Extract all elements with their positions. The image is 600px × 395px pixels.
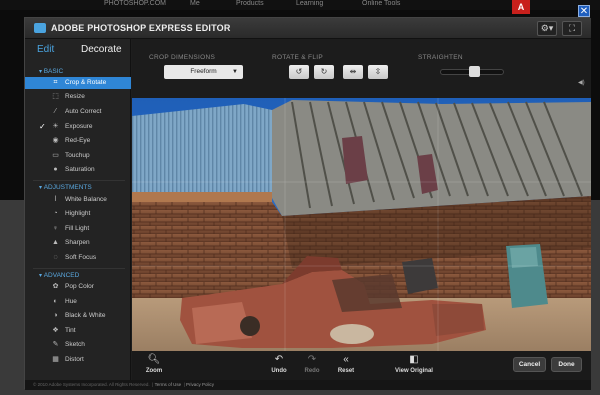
flip-vertical-icon: ⇳ <box>374 67 382 76</box>
site-nav-learning[interactable]: Learning <box>296 0 323 8</box>
title-bar: ADOBE PHOTOSHOP EXPRESS EDITOR ⚙▾ ⛶ <box>25 18 591 39</box>
sidebar-item-tint[interactable]: ❖ Tint <box>25 325 131 337</box>
privacy-link[interactable]: Privacy Policy <box>186 382 214 387</box>
rotate-ccw-icon: ↺ <box>295 67 303 76</box>
wand-icon: ⁄ <box>54 108 57 115</box>
divider <box>33 268 125 269</box>
window-title: ADOBE PHOTOSHOP EXPRESS EDITOR <box>51 23 231 33</box>
tools-sidebar: Edit Decorate BASIC ⌗ Crop & Rotate ⬚ Re… <box>25 39 131 380</box>
sidebar-item-distort[interactable]: ▦ Distort <box>25 354 131 366</box>
bottom-toolbar: 🔍︎ Zoom ↶ Undo ↷ Redo « Reset ◧ View Ori… <box>132 351 591 380</box>
undo-button[interactable]: ↶ Undo <box>261 354 297 374</box>
site-nav-products[interactable]: Products <box>236 0 264 8</box>
straighten-label: STRAIGHTEN <box>418 54 463 61</box>
collapse-options-icon[interactable]: ◀) <box>578 79 585 86</box>
terms-link[interactable]: Terms of Use <box>155 382 182 387</box>
sidebar-item-white-balance[interactable]: ǀ White Balance <box>25 194 131 206</box>
bandage-icon: ▭ <box>52 152 59 159</box>
sidebar-item-pop-color[interactable]: ✿ Pop Color <box>25 281 131 293</box>
flip-vertical-button[interactable]: ⇳ <box>368 65 388 79</box>
site-nav-online-tools[interactable]: Online Tools <box>362 0 400 8</box>
section-adjustments[interactable]: ADJUSTMENTS <box>39 184 92 191</box>
drop-icon: ● <box>53 166 58 173</box>
image-canvas[interactable] <box>132 98 591 351</box>
tab-edit[interactable]: Edit <box>37 44 54 55</box>
palette-icon: ✿ <box>52 283 59 290</box>
close-overlay-button[interactable]: ✕ <box>578 5 590 17</box>
redo-button[interactable]: ↷ Redo <box>294 354 330 374</box>
tint-icon: ❖ <box>52 327 59 334</box>
footer: © 2010 Adobe Systems Incorporated. All R… <box>25 380 591 390</box>
sidebar-item-auto-correct[interactable]: ⁄ Auto Correct <box>25 106 131 118</box>
sidebar-item-hue[interactable]: ◐ Hue <box>25 296 131 308</box>
section-basic[interactable]: BASIC <box>39 68 64 75</box>
copyright-text: © 2010 Adobe Systems Incorporated. All R… <box>33 382 150 387</box>
reset-button[interactable]: « Reset <box>328 354 364 374</box>
adobe-logo-icon: A <box>512 0 530 14</box>
flip-horizontal-icon: ⇹ <box>349 67 357 76</box>
crop-dimensions-label: CROP DIMENSIONS <box>149 54 216 61</box>
undo-icon: ↶ <box>274 354 284 365</box>
site-nav-me[interactable]: Me <box>190 0 200 8</box>
sidebar-tabs: Edit Decorate <box>25 39 131 61</box>
sidebar-item-highlight[interactable]: ◔ Highlight <box>25 208 131 220</box>
thermometer-icon: ǀ <box>54 196 57 203</box>
sidebar-item-crop-rotate[interactable]: ⌗ Crop & Rotate <box>25 77 131 89</box>
blur-icon: ◌ <box>53 254 58 261</box>
sidebar-item-soft-focus[interactable]: ◌ Soft Focus <box>25 252 131 264</box>
pencil-icon: ✎ <box>52 341 59 348</box>
sidebar-item-sketch[interactable]: ✎ Sketch <box>25 339 131 351</box>
highlight-icon: ◔ <box>53 210 58 217</box>
redo-icon: ↷ <box>307 354 317 365</box>
divider <box>33 180 125 181</box>
sidebar-item-red-eye[interactable]: ◉ Red-Eye <box>25 135 131 147</box>
chevron-down-icon: ▼ <box>232 69 238 75</box>
checkmark-icon: ✓ <box>39 122 46 131</box>
done-button[interactable]: Done <box>551 357 582 372</box>
crop-options-bar: CROP DIMENSIONS Freeform ▼ ROTATE & FLIP… <box>132 39 591 98</box>
zoom-button[interactable]: 🔍︎ Zoom <box>136 354 172 374</box>
cancel-button[interactable]: Cancel <box>513 357 546 372</box>
sidebar-item-resize[interactable]: ⬚ Resize <box>25 91 131 103</box>
rotate-flip-label: ROTATE & FLIP <box>272 54 323 61</box>
compare-icon: ◧ <box>409 354 419 365</box>
section-advanced[interactable]: ADVANCED <box>39 272 80 279</box>
site-nav-bar: PHOTOSHOP.COM Me Products Learning Onlin… <box>0 0 600 10</box>
resize-icon: ⬚ <box>52 93 59 100</box>
sidebar-item-touchup[interactable]: ▭ Touchup <box>25 150 131 162</box>
fullscreen-button[interactable]: ⛶ <box>562 21 582 36</box>
sidebar-item-exposure[interactable]: ✓ ☀ Exposure <box>25 121 131 133</box>
editor-window: ADOBE PHOTOSHOP EXPRESS EDITOR ⚙▾ ⛶ Edit… <box>24 17 591 390</box>
eye-icon: ◉ <box>52 137 59 144</box>
straighten-slider-handle[interactable] <box>469 66 480 77</box>
distort-icon: ▦ <box>52 356 59 363</box>
crop-icon: ⌗ <box>53 79 58 86</box>
photo-image <box>132 98 591 351</box>
sidebar-item-sharpen[interactable]: ▲ Sharpen <box>25 237 131 249</box>
site-logo[interactable]: PHOTOSHOP.COM <box>104 0 166 8</box>
crop-dimensions-select[interactable]: Freeform ▼ <box>164 65 243 79</box>
rotate-right-button[interactable]: ↻ <box>314 65 334 79</box>
sun-icon: ☀ <box>52 123 59 130</box>
rotate-cw-icon: ↻ <box>320 67 328 76</box>
tab-decorate[interactable]: Decorate <box>81 44 122 55</box>
bw-icon: ◑ <box>53 312 58 319</box>
photoshop-express-logo-icon <box>34 23 46 33</box>
magnifier-icon: 🔍︎ <box>147 354 161 365</box>
rotate-left-button[interactable]: ↺ <box>289 65 309 79</box>
view-original-button[interactable]: ◧ View Original <box>389 354 439 374</box>
bulb-icon: ♀ <box>52 225 59 232</box>
sidebar-item-saturation[interactable]: ● Saturation <box>25 164 131 176</box>
sidebar-item-fill-light[interactable]: ♀ Fill Light <box>25 223 131 235</box>
triangle-icon: ▲ <box>52 239 59 246</box>
hue-icon: ◐ <box>53 298 58 305</box>
rewind-icon: « <box>343 354 349 365</box>
settings-menu-button[interactable]: ⚙▾ <box>537 21 557 36</box>
flip-horizontal-button[interactable]: ⇹ <box>343 65 363 79</box>
sidebar-item-black-white[interactable]: ◑ Black & White <box>25 310 131 322</box>
